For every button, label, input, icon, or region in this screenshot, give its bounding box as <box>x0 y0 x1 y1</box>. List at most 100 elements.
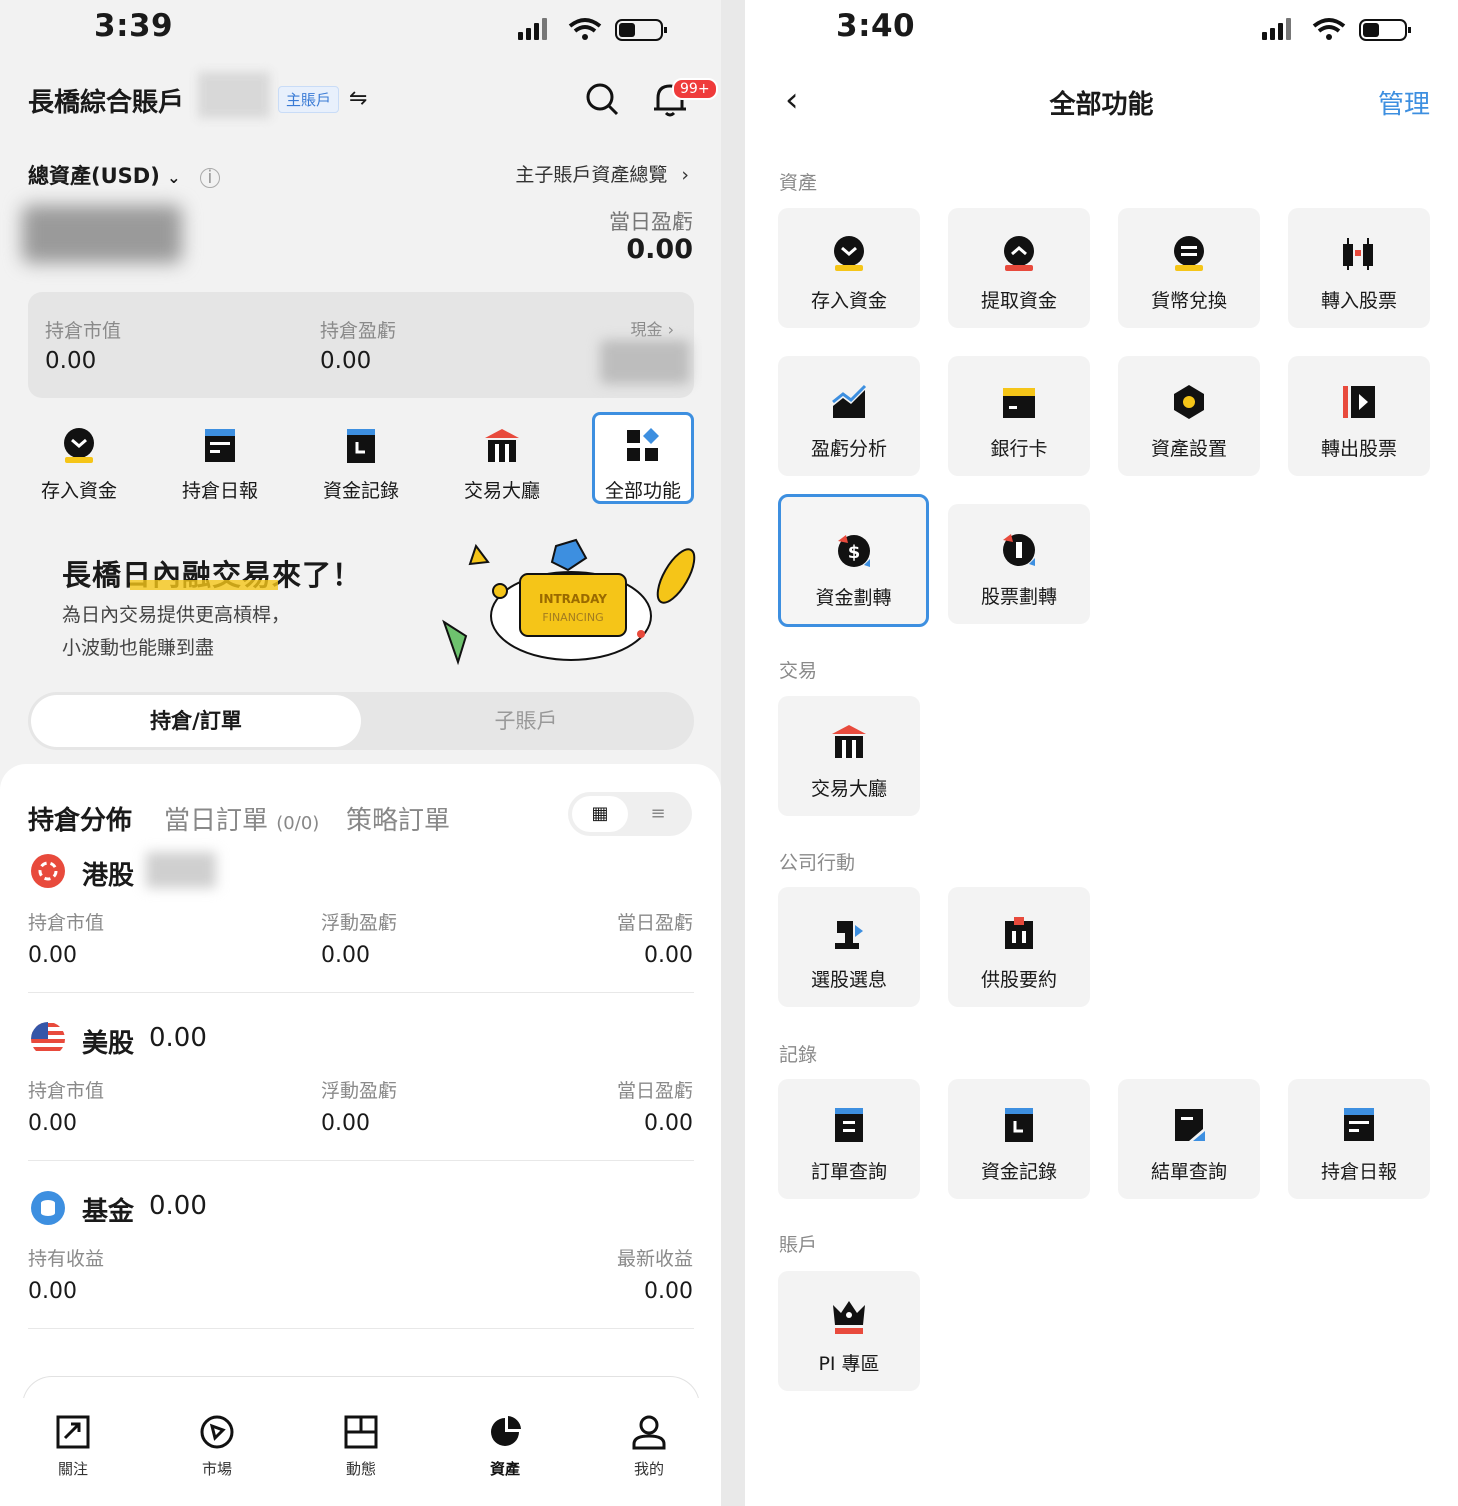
info-icon[interactable]: i <box>199 168 220 188</box>
promo-badge-line2: FINANCING <box>542 611 604 624</box>
swap-icon[interactable]: ⇋ <box>349 86 367 111</box>
manage-button[interactable]: 管理 <box>1378 84 1430 121</box>
nav-profile[interactable]: 我的 <box>604 1414 694 1479</box>
tab-sub-accounts[interactable]: 子賬戶 <box>361 695 691 747</box>
day-orders-count: (0/0) <box>276 813 320 834</box>
tile-stock-transfer[interactable]: 股票劃轉 <box>948 504 1090 624</box>
total-assets-value-masked <box>22 205 182 263</box>
crown-icon <box>833 1301 865 1334</box>
right-screen: 3:40 ‹ 全部功能 管理 資產 存入資金 提取資金 貨幣兌換 轉入股票 盈虧… <box>745 0 1458 1506</box>
tile-currency-exchange[interactable]: 貨幣兌換 <box>1118 208 1260 328</box>
day-pl-value: 0.00 <box>626 234 693 265</box>
status-indicators-icon <box>518 18 667 41</box>
market-us-total: 0.00 <box>149 1023 207 1053</box>
withdraw-icon <box>1004 236 1034 271</box>
tab-positions-orders[interactable]: 持倉/訂單 <box>31 695 361 747</box>
search-icon[interactable] <box>584 80 620 118</box>
total-assets-label[interactable]: 總資產(USD) ⌄ i <box>28 160 220 190</box>
tab-position-distribution[interactable]: 持倉分佈 <box>28 800 132 837</box>
tile-deposit[interactable]: 存入資金 <box>778 208 920 328</box>
tile-label: 選股選息 <box>810 969 887 991</box>
tile-withdraw[interactable]: 提取資金 <box>948 208 1090 328</box>
tile-fund-transfer[interactable]: $ 資金劃轉 <box>778 494 929 627</box>
promo-highlight <box>130 580 278 590</box>
order-query-icon <box>835 1108 863 1142</box>
divider <box>28 992 694 993</box>
market-fund-name[interactable]: 基金 <box>82 1191 134 1228</box>
currency-exchange-icon <box>1174 236 1204 271</box>
section-assets-title: 資產 <box>779 172 818 194</box>
fund-record-icon <box>347 429 375 463</box>
compass-icon <box>200 1415 234 1449</box>
tile-rights-offer[interactable]: 供股要約 <box>948 887 1090 1007</box>
tile-label: 供股要約 <box>980 969 1057 991</box>
fund-transfer-icon: $ <box>837 535 870 567</box>
tile-trading-hall[interactable]: 交易大廳 <box>778 696 920 816</box>
hk-flag-icon <box>31 854 65 888</box>
tile-transfer-in-stock[interactable]: 轉入股票 <box>1288 208 1430 328</box>
hk-day-pl: 0.00 <box>644 943 693 968</box>
nav-watchlist[interactable]: 關注 <box>28 1414 118 1479</box>
tile-transfer-out-stock[interactable]: 轉出股票 <box>1288 356 1430 476</box>
tile-stock-dividend-election[interactable]: 選股選息 <box>778 887 920 1007</box>
quick-action-trading-hall[interactable]: 交易大廳 <box>451 412 553 504</box>
list-view-icon[interactable]: ≡ <box>630 796 686 832</box>
nav-market[interactable]: 市場 <box>172 1414 262 1479</box>
nav-feed[interactable]: 動態 <box>316 1414 406 1479</box>
promo-badge-line1: INTRADAY <box>538 592 607 606</box>
chevron-right-icon: › <box>681 164 689 186</box>
market-us-name[interactable]: 美股 <box>82 1023 134 1060</box>
tile-label: 銀行卡 <box>990 438 1048 460</box>
market-hk-name[interactable]: 港股 <box>82 855 134 892</box>
tile-label: PI 專區 <box>818 1353 880 1375</box>
tile-daily-report[interactable]: 持倉日報 <box>1288 1079 1430 1199</box>
tile-order-query[interactable]: 訂單查詢 <box>778 1079 920 1199</box>
sub-accounts-overview-link[interactable]: 主子賬戶資產總覽 › <box>515 160 689 187</box>
cash-link[interactable]: 現金 › <box>631 316 675 340</box>
nav-label: 動態 <box>345 1460 376 1478</box>
positions-tabs: 持倉/訂單 子賬戶 <box>28 692 694 750</box>
us-position-value-label: 持倉市值 <box>28 1080 105 1102</box>
quick-action-label: 全部功能 <box>604 480 681 502</box>
us-day-pl: 0.00 <box>644 1111 693 1136</box>
daily-report-icon <box>1344 1108 1374 1141</box>
watchlist-icon <box>56 1415 90 1449</box>
total-assets-label-text: 總資產(USD) <box>28 164 160 188</box>
tile-asset-settings[interactable]: 資產設置 <box>1118 356 1260 476</box>
quick-action-all-functions[interactable]: 全部功能 <box>592 412 694 504</box>
tile-pi-zone[interactable]: PI 專區 <box>778 1271 920 1391</box>
position-pl-label: 持倉盈虧 <box>320 320 397 342</box>
fund-holding-return: 0.00 <box>28 1279 77 1304</box>
nav-label: 關注 <box>57 1460 88 1478</box>
tile-label: 轉出股票 <box>1320 438 1397 460</box>
pie-chart-icon <box>491 1416 521 1446</box>
status-bar: 3:40 <box>745 0 1458 56</box>
tile-fund-record[interactable]: 資金記錄 <box>948 1079 1090 1199</box>
hk-floating-pl: 0.00 <box>321 943 370 968</box>
us-day-pl-label: 當日盈虧 <box>616 1080 693 1102</box>
account-name[interactable]: 長橋綜合賬戶 <box>28 82 184 119</box>
quick-action-fund-record[interactable]: 資金記錄 <box>310 412 412 504</box>
quick-action-deposit[interactable]: 存入資金 <box>28 412 130 504</box>
quick-action-label: 資金記錄 <box>322 480 399 502</box>
tile-label: 資金劃轉 <box>815 587 892 609</box>
nav-label: 資產 <box>489 1460 520 1478</box>
quick-action-label: 交易大廳 <box>463 480 540 502</box>
divider <box>28 1328 694 1329</box>
trading-hall-icon <box>485 429 519 462</box>
tile-statement-query[interactable]: 結單查詢 <box>1118 1079 1260 1199</box>
divider <box>28 1160 694 1161</box>
market-hk-total-masked <box>146 852 216 888</box>
tile-pl-analysis[interactable]: 盈虧分析 <box>778 356 920 476</box>
main-account-badge: 主賬戶 <box>278 86 340 113</box>
grid-view-icon[interactable]: ▦ <box>572 796 628 832</box>
feed-icon <box>344 1415 378 1449</box>
nav-assets[interactable]: 資產 <box>460 1414 550 1479</box>
tab-day-orders[interactable]: 當日訂單 (0/0) <box>164 800 319 837</box>
quick-action-daily-report[interactable]: 持倉日報 <box>169 412 271 504</box>
tile-label: 提取資金 <box>980 290 1057 312</box>
section-trade-title: 交易 <box>779 660 818 682</box>
deposit-icon <box>834 236 864 271</box>
tile-bank-card[interactable]: 銀行卡 <box>948 356 1090 476</box>
tab-strategy-orders[interactable]: 策略訂單 <box>346 800 450 837</box>
